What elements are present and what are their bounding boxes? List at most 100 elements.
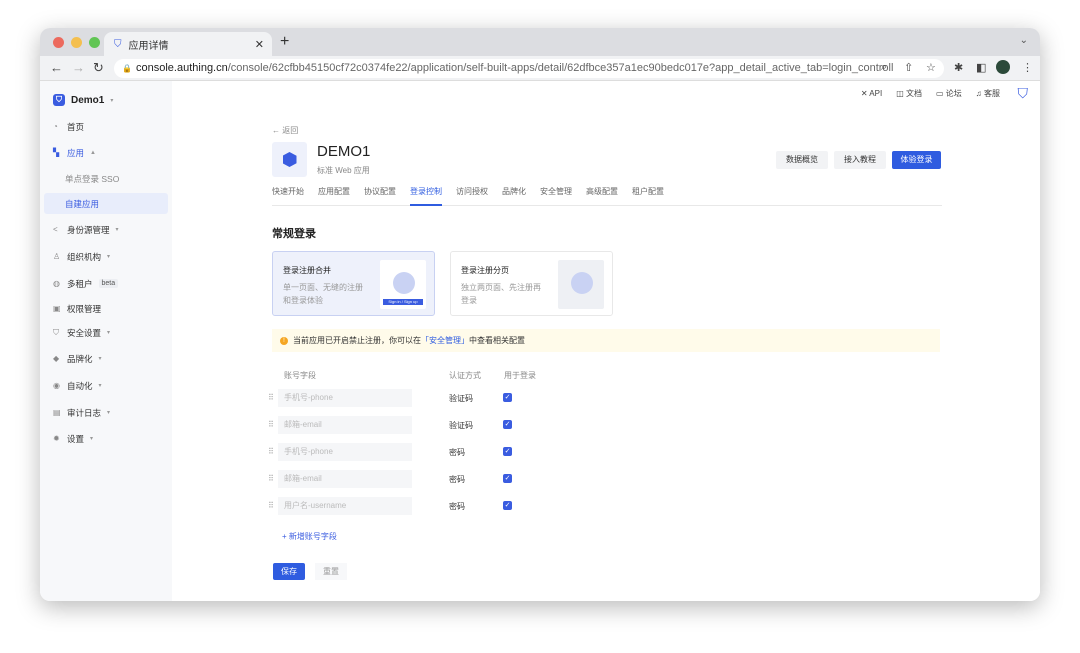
- sidebar-item[interactable]: ▤ 审计日志 ▾: [44, 402, 168, 423]
- section-title: 常规登录: [272, 228, 316, 240]
- chevron-icon: ▾: [115, 227, 119, 233]
- back-link[interactable]: ← 返回: [272, 125, 298, 136]
- tab-item[interactable]: 安全管理: [540, 186, 572, 206]
- favicon-icon: ⛉: [114, 38, 122, 50]
- security-link[interactable]: 「安全管理」: [421, 336, 469, 345]
- address-bar[interactable]: 🔒 console.authing.cn/console/62cfbb45150c…: [114, 59, 944, 78]
- sidebar-item[interactable]: 单点登录 SSO: [44, 168, 168, 189]
- tab-item[interactable]: 应用配置: [318, 186, 350, 206]
- org-logo-icon: ⛉: [53, 94, 65, 106]
- try-login-button[interactable]: 体验登录: [892, 151, 941, 169]
- tab-item[interactable]: 高级配置: [586, 186, 618, 206]
- drag-handle-icon[interactable]: ⠿: [268, 474, 274, 483]
- app-tabs: 快速开始 应用配置 协议配置 登录控制 访问授权 品牌化 安全管理 高级配置 租户配置: [272, 186, 942, 206]
- apps-icon: ▚: [53, 148, 60, 157]
- tab-item[interactable]: 租户配置: [632, 186, 664, 206]
- sidebar-item[interactable]: ◆ 品牌化 ▾: [44, 348, 168, 369]
- auth-method: 密码: [449, 502, 465, 511]
- auth-method: 验证码: [449, 394, 473, 403]
- extensions-icon[interactable]: ✱: [954, 61, 963, 74]
- auth-method: 验证码: [449, 421, 473, 430]
- maximize-window-button[interactable]: [89, 37, 100, 48]
- back-arrow-icon[interactable]: ←: [50, 60, 63, 75]
- tab-item[interactable]: 登录控制: [410, 186, 442, 206]
- close-tab-icon[interactable]: ✕: [255, 38, 264, 51]
- close-window-button[interactable]: [53, 37, 64, 48]
- forum-link[interactable]: ▭ 论坛: [936, 88, 962, 99]
- chevron-icon: ▾: [107, 254, 111, 260]
- add-field-button[interactable]: + 新增账号字段: [282, 531, 337, 542]
- profile-avatar[interactable]: [996, 60, 1010, 74]
- tab-item[interactable]: 访问授权: [456, 186, 488, 206]
- sidebar-item[interactable]: ◔ 首页: [44, 116, 168, 137]
- sidebar-item[interactable]: ⛉ 安全设置 ▾: [44, 322, 168, 343]
- use-for-login-checkbox[interactable]: ✓: [503, 501, 512, 510]
- account-field-row: ⠿ 手机号-phone 验证码 ✓: [268, 388, 588, 408]
- sidepanel-icon[interactable]: ◧: [976, 61, 986, 74]
- use-for-login-checkbox[interactable]: ✓: [503, 474, 512, 483]
- sidebar-item[interactable]: ▚ 应用 ▲: [44, 142, 168, 163]
- browser-window: ⛉ 应用详情 ✕ + ⌄ ← → ↻ 🔒 console.authing.cn/con…: [40, 28, 1040, 601]
- minimize-window-button[interactable]: [71, 37, 82, 48]
- notice-banner: ! 当前应用已开启禁止注册，你可以在「安全管理」中查看相关配置: [272, 329, 940, 352]
- notice-text-end: 中查看相关配置: [469, 336, 525, 345]
- drag-handle-icon[interactable]: ⠿: [268, 447, 274, 456]
- use-for-login-checkbox[interactable]: ✓: [503, 420, 512, 429]
- sidebar-item[interactable]: ♙ 组织机构 ▾: [44, 246, 168, 267]
- use-for-login-checkbox[interactable]: ✓: [503, 393, 512, 402]
- chevron-down-icon: ▾: [110, 97, 114, 104]
- sidebar-item[interactable]: 自建应用: [44, 193, 168, 214]
- org-switcher[interactable]: ⛉ Demo1 ▾: [53, 94, 113, 106]
- tab-item[interactable]: 品牌化: [502, 186, 526, 206]
- use-for-login-checkbox[interactable]: ✓: [503, 447, 512, 456]
- support-link[interactable]: ♫ 客服: [976, 88, 1000, 99]
- forward-arrow-icon[interactable]: →: [72, 60, 85, 75]
- pie-icon: ◔: [53, 122, 58, 131]
- reset-button[interactable]: 重置: [315, 563, 347, 580]
- drag-handle-icon[interactable]: ⠿: [268, 501, 274, 510]
- menu-icon[interactable]: ⋮: [1022, 61, 1033, 74]
- sidebar-item[interactable]: ◍ 多租户 beta: [44, 273, 168, 294]
- illustration-text: Sign in / Sign up: [383, 299, 423, 305]
- sidebar-item-label: 自动化: [67, 380, 93, 391]
- gear-icon: ✹: [53, 434, 60, 443]
- card-desc: 单一页面、无缝的注册和登录体验: [283, 283, 363, 305]
- org-name: Demo1: [71, 94, 105, 106]
- browser-toolbar: ← → ↻ 🔒 console.authing.cn/console/62cfbb…: [40, 56, 1040, 81]
- save-button[interactable]: 保存: [273, 563, 305, 580]
- sidebar-item[interactable]: < 身份源管理 ▾: [44, 219, 168, 240]
- sidebar-item-label: 多租户: [67, 278, 93, 289]
- login-mode-card-merged[interactable]: 登录注册合并 单一页面、无缝的注册和登录体验 Sign in / Sign up: [272, 251, 435, 316]
- chevron-icon: ▾: [107, 330, 111, 336]
- col-login: 用于登录: [504, 371, 536, 380]
- drag-handle-icon[interactable]: ⠿: [268, 393, 274, 402]
- sidebar-item-label: 单点登录 SSO: [65, 173, 120, 184]
- browser-tab[interactable]: ⛉ 应用详情 ✕: [104, 32, 272, 56]
- login-mode-card-separate[interactable]: 登录注册分页 独立两页面、先注册再登录: [450, 251, 613, 316]
- brush-icon: ◆: [53, 354, 60, 363]
- zoom-icon[interactable]: ⌕: [881, 61, 887, 74]
- sidebar-item[interactable]: ✹ 设置 ▾: [44, 428, 168, 449]
- api-link[interactable]: ✕ API: [861, 89, 882, 98]
- tab-list-chevron-icon[interactable]: ⌄: [1020, 35, 1028, 46]
- sidebar-item[interactable]: ▣ 权限管理: [44, 298, 168, 319]
- reload-icon[interactable]: ↻: [93, 60, 104, 76]
- share-icon[interactable]: ⇧: [904, 61, 913, 74]
- sidebar-item-label: 自建应用: [65, 198, 100, 209]
- tab-item[interactable]: 协议配置: [364, 186, 396, 206]
- tutorial-button[interactable]: 接入教程: [834, 151, 886, 169]
- shield-logo-icon[interactable]: ⛉: [1018, 85, 1029, 102]
- url-host: console.authing.cn: [136, 62, 228, 74]
- sidebar-item[interactable]: ◉ 自动化 ▾: [44, 375, 168, 396]
- new-tab-button[interactable]: +: [280, 33, 289, 51]
- robot-icon: ◉: [53, 381, 60, 390]
- docs-link[interactable]: ◫ 文档: [896, 88, 922, 99]
- lock-icon: ▣: [53, 304, 61, 313]
- data-overview-button[interactable]: 数据概览: [776, 151, 828, 169]
- beta-badge: beta: [98, 279, 119, 288]
- tab-item[interactable]: 快速开始: [272, 186, 304, 206]
- drag-handle-icon[interactable]: ⠿: [268, 420, 274, 429]
- app-icon: [272, 142, 307, 177]
- sidebar-item-label: 身份源管理: [67, 224, 110, 235]
- star-icon[interactable]: ☆: [926, 61, 936, 74]
